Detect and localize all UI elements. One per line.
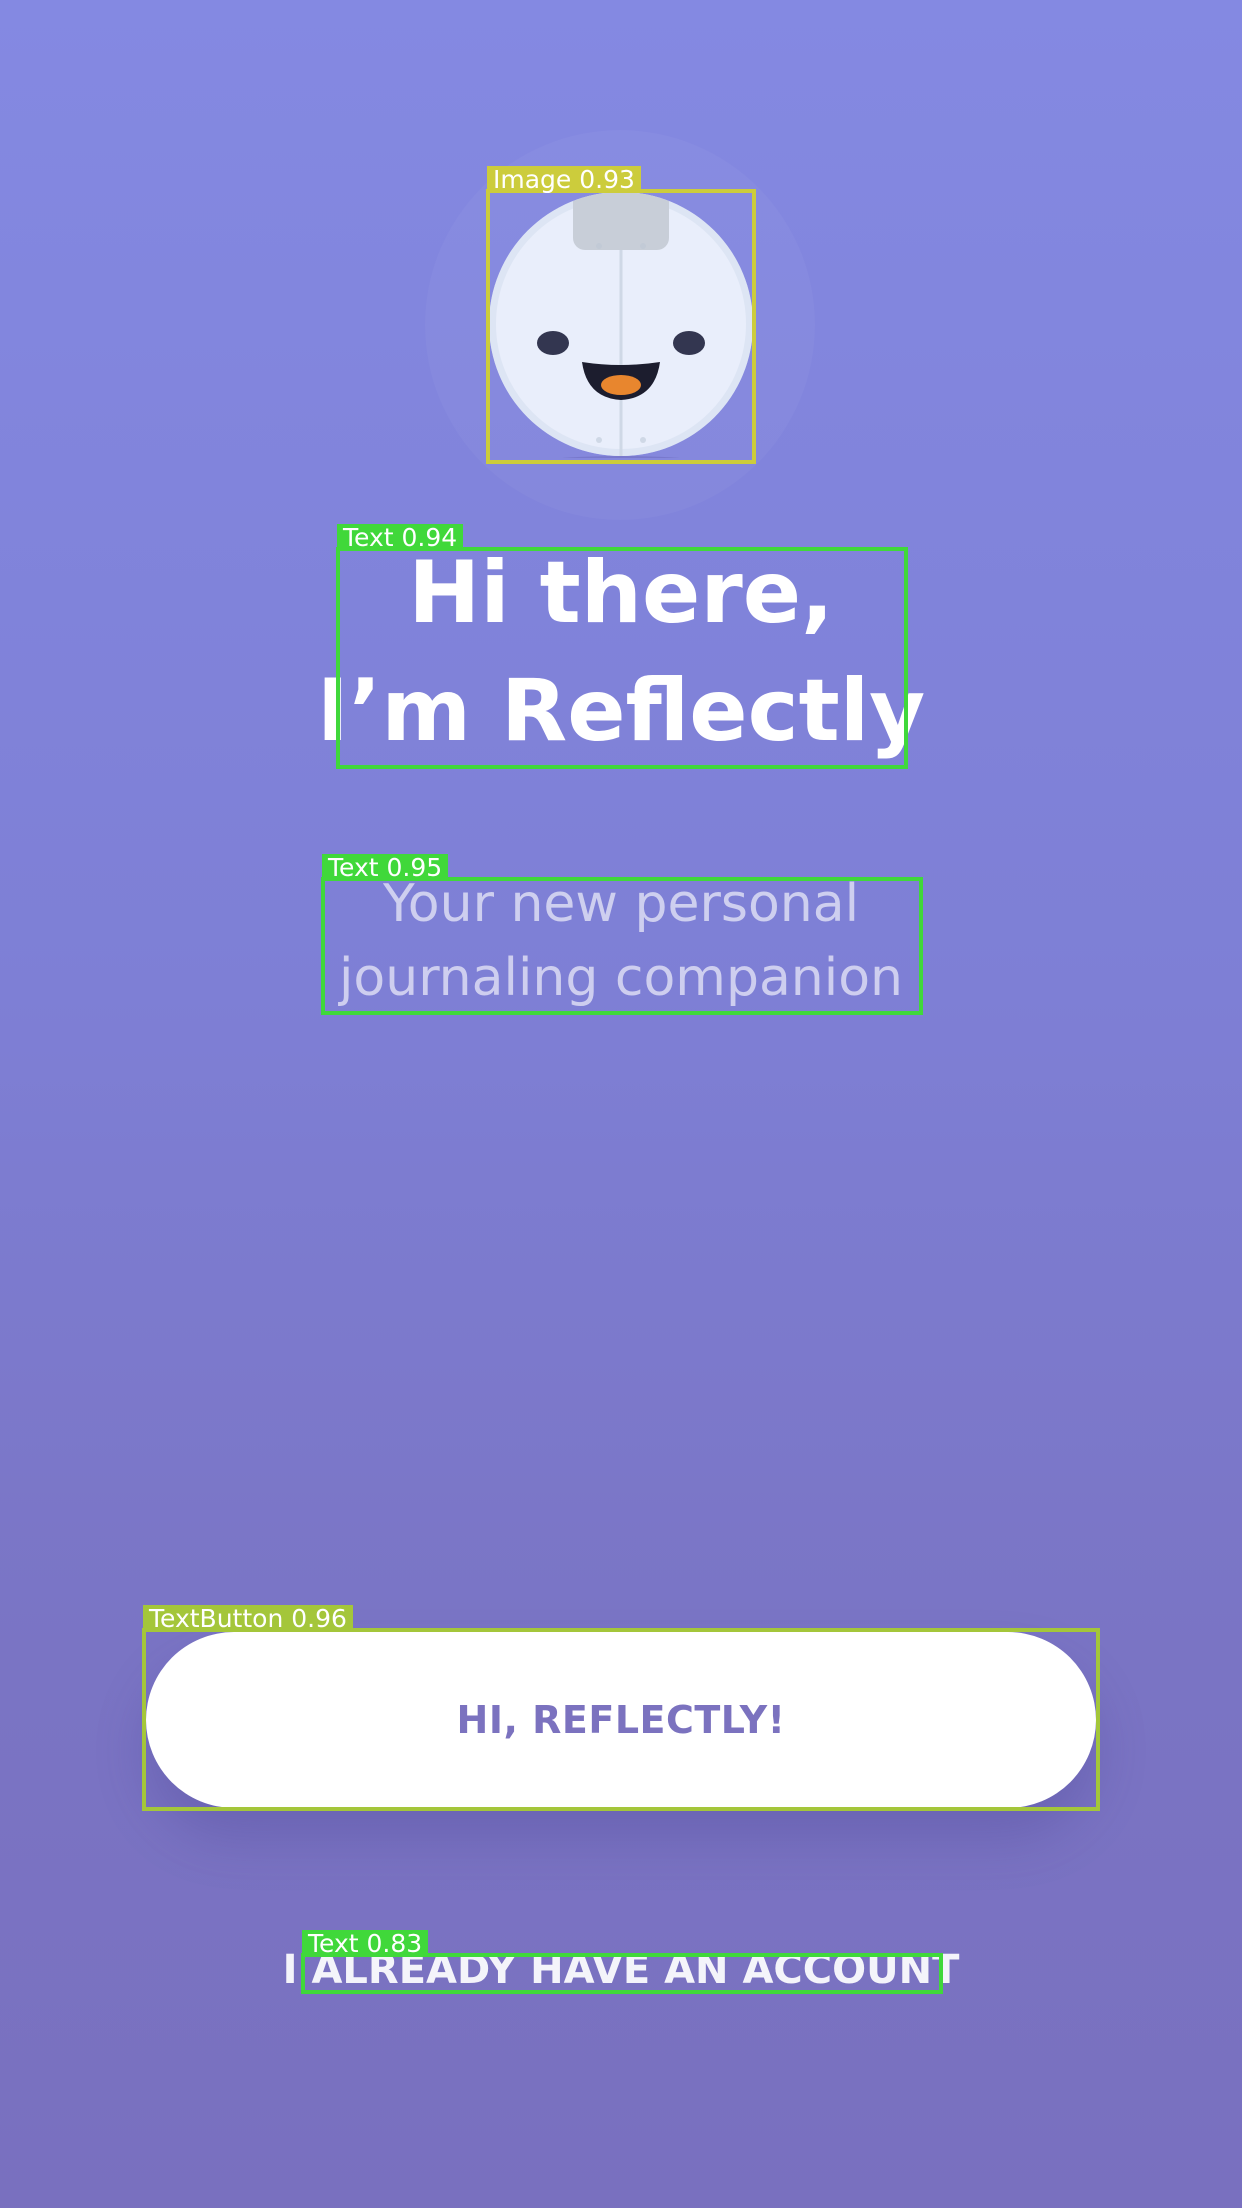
- hi-reflectly-button[interactable]: HI, REFLECTLY!: [146, 1632, 1096, 1808]
- already-have-account-link[interactable]: I ALREADY HAVE AN ACCOUNT: [0, 1950, 1242, 1990]
- hi-reflectly-button-label: HI, REFLECTLY!: [456, 1698, 786, 1742]
- mascot-image: [487, 190, 755, 458]
- welcome-subtitle-line-1: Your new personal: [382, 874, 860, 934]
- welcome-subtitle-line-2: journaling companion: [338, 948, 903, 1008]
- welcome-title-line-2: I’m Reflectly: [316, 661, 926, 761]
- detection-tag-button: TextButton 0.96: [143, 1605, 353, 1632]
- welcome-title-line-1: Hi there,: [408, 543, 834, 643]
- reflectly-mascot-icon: [489, 192, 753, 458]
